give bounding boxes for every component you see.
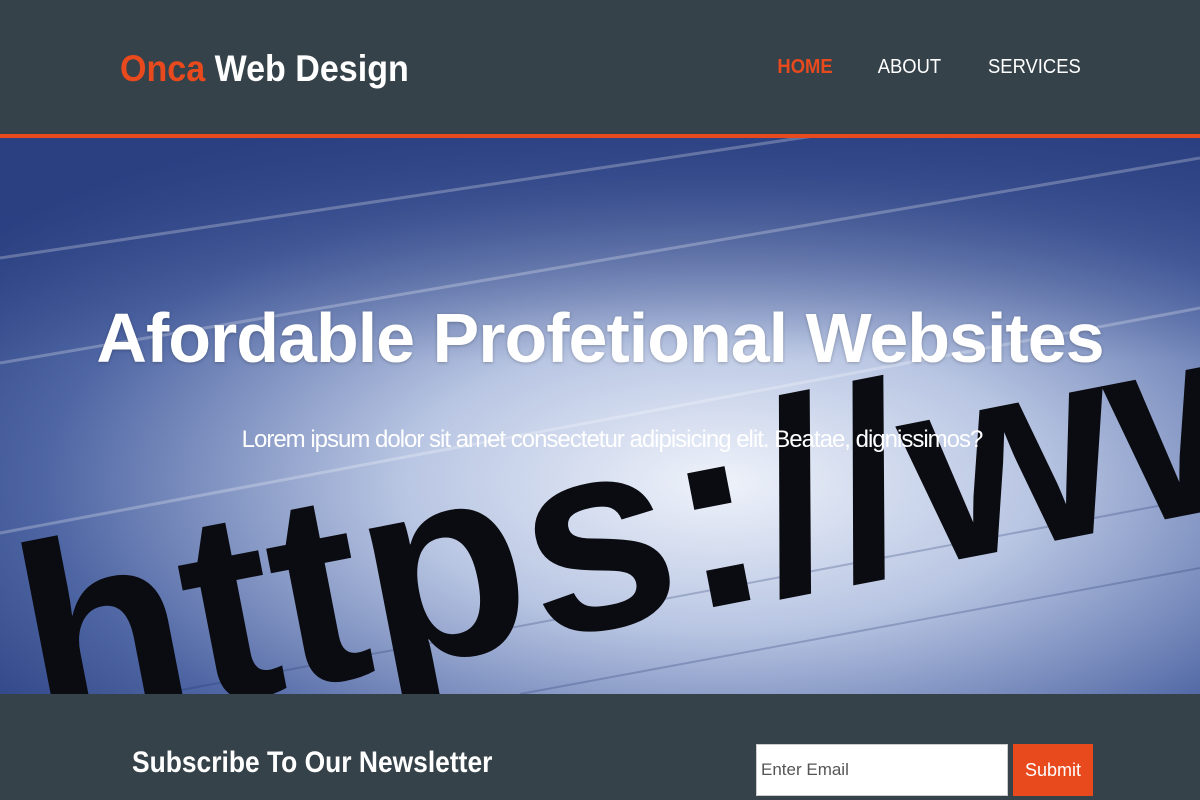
newsletter-section: Subscribe To Our Newsletter Submit — [0, 694, 1200, 800]
nav-home-link[interactable]: HOME — [778, 56, 833, 79]
hero-showcase: https://www Afordable Profetional Websit… — [0, 138, 1200, 694]
hero-title: Afordable Profetional Websites — [96, 299, 1104, 377]
hero-subtitle: Lorem ipsum dolor sit amet consectetur a… — [241, 426, 984, 453]
nav-services-link[interactable]: SERVICES — [988, 56, 1081, 79]
hero-background-image: https://www — [0, 138, 1200, 694]
submit-button[interactable]: Submit — [1013, 744, 1093, 796]
main-nav: HOME ABOUT SERVICES — [735, 56, 1085, 79]
logo[interactable]: Onca Web Design — [120, 48, 409, 90]
email-input[interactable] — [756, 744, 1008, 796]
site-header: Onca Web Design HOME ABOUT SERVICES — [0, 0, 1200, 138]
nav-about-link[interactable]: ABOUT — [878, 56, 941, 79]
newsletter-heading: Subscribe To Our Newsletter — [132, 746, 493, 779]
logo-highlight: Onca — [120, 48, 206, 89]
logo-text: Web Design — [214, 48, 409, 89]
